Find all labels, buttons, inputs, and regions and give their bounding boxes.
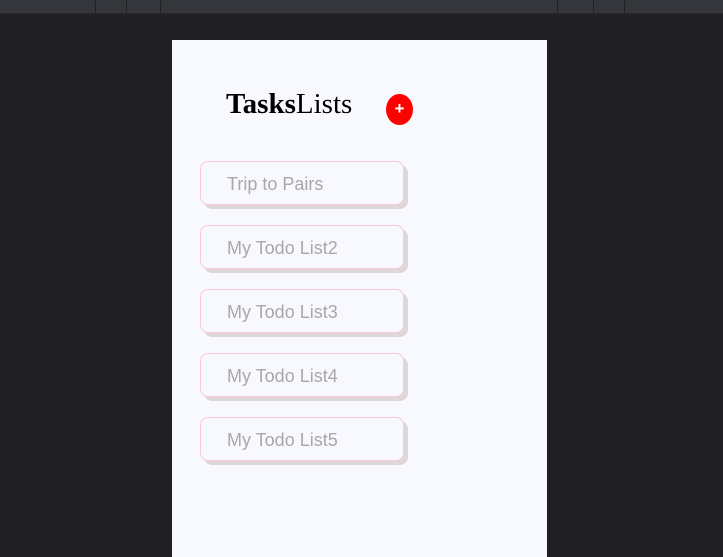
list-item-label: My Todo List4 [227,366,338,386]
list-item-label: Trip to Pairs [227,174,324,194]
toolbar-segment [624,0,723,13]
task-lists-panel: TasksLists + Trip to Pairs My Todo List2… [172,40,547,557]
list-item[interactable]: My Todo List3 [200,289,404,333]
page-title-bold: Tasks [226,88,296,120]
page-title-regular: Lists [295,88,353,120]
browser-toolbar [0,0,723,14]
list-item[interactable]: Trip to Pairs [200,161,404,205]
list-item-label: My Todo List2 [227,238,338,258]
toolbar-segment [557,0,593,13]
list-item-label: My Todo List3 [227,302,338,322]
list-item[interactable]: My Todo List4 [200,353,404,397]
toolbar-segment [126,0,160,13]
list-item-label: My Todo List5 [227,430,338,450]
list-item[interactable]: My Todo List5 [200,417,404,461]
toolbar-segment [593,0,624,13]
list-item[interactable]: My Todo List2 [200,225,404,269]
page-title: TasksLists [226,88,352,120]
add-list-button[interactable]: + [386,94,413,125]
toolbar-segment [95,0,126,13]
toolbar-segment [160,0,557,13]
task-list-container: Trip to Pairs My Todo List2 My Todo List… [200,161,404,481]
